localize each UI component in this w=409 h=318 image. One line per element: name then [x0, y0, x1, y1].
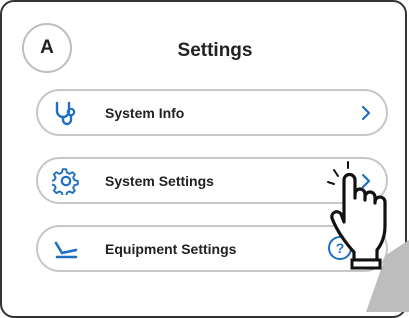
- pointing-hand-icon: [327, 161, 409, 312]
- gear-icon: [52, 168, 79, 195]
- chair-icon: [54, 241, 78, 259]
- chevron-right-icon[interactable]: [358, 104, 374, 122]
- stethoscope-icon: [55, 101, 76, 126]
- avatar[interactable]: A: [22, 23, 72, 73]
- menu-item-label: System Settings: [105, 173, 214, 189]
- menu-item-system-info[interactable]: System Info: [36, 89, 388, 136]
- page-title: Settings: [177, 40, 253, 61]
- menu-item-label: System Info: [105, 105, 185, 121]
- menu-item-label: Equipment Settings: [105, 241, 237, 257]
- avatar-letter: A: [40, 37, 54, 58]
